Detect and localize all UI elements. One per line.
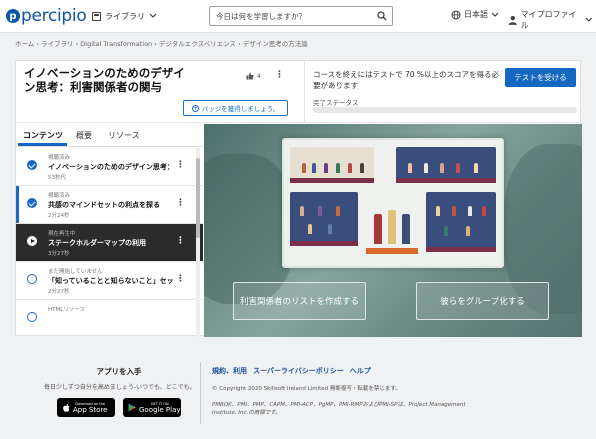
item-title: ステークホルダーマップの利用 xyxy=(48,239,146,247)
chevron-down-icon xyxy=(491,12,499,17)
app-store-small-text: Download on the xyxy=(75,401,106,406)
get-app-subtitle: 毎日少しずつ自分を高めましょう-いつでも、どこでも。 xyxy=(44,384,196,391)
completed-check-icon xyxy=(27,198,37,208)
title-area: イノベーションのためのデザイン思考：利害関係者の関与 4 ⋮ + バッジを獲得し… xyxy=(16,61,304,123)
item-duration: 2分24秒 xyxy=(48,213,70,219)
list-scrollbar[interactable] xyxy=(196,148,200,337)
content-tabs: コンテンツ 概要 リソース xyxy=(16,124,203,147)
scrollbar-thumb[interactable] xyxy=(196,158,200,238)
logo-text: percipio xyxy=(21,6,87,26)
terms-link[interactable]: 規約、利用 xyxy=(212,366,247,376)
take-test-button[interactable]: テストを受ける xyxy=(505,68,576,87)
item-duration: 2分27秒 xyxy=(48,289,70,295)
not-started-circle-icon xyxy=(27,274,37,284)
library-menu[interactable]: ライブラリ xyxy=(92,9,161,23)
google-play-badge[interactable]: GET IT ON Google Play xyxy=(123,398,181,417)
profile-menu[interactable]: マイプロファイル xyxy=(508,9,596,31)
chevron-down-icon xyxy=(585,17,593,22)
tab-resources[interactable]: リソース xyxy=(108,130,140,141)
profile-label: マイプロファイル xyxy=(520,10,577,30)
list-stakeholders-button[interactable]: 利害関係者のリストを作成する xyxy=(233,282,366,320)
google-play-text: Google Play xyxy=(139,405,181,414)
list-item[interactable]: まだ開始していません 「知っていることと知らないこと」セッションの実施 2分27… xyxy=(16,262,203,300)
list-item[interactable]: HTMLリソース xyxy=(16,300,203,337)
item-status: 現在再生中 xyxy=(48,231,76,237)
item-title: 「知っていることと知らないこと」セッションの実施 xyxy=(48,277,174,285)
not-started-circle-icon xyxy=(27,312,37,322)
globe-icon xyxy=(451,10,461,19)
item-title: イノベーションのためのデザイン思考：利害関係者の関与 xyxy=(48,163,174,171)
item-status: 視聴済み xyxy=(48,155,71,161)
get-app-title: アプリを入手 xyxy=(96,367,142,376)
privacy-link[interactable]: スーパーライバシーポリシー xyxy=(253,366,344,376)
tab-overview[interactable]: 概要 xyxy=(76,130,92,141)
app-store-badge[interactable]: Download on the App Store xyxy=(57,398,115,417)
help-link[interactable]: ヘルプ xyxy=(350,366,371,376)
earn-badge-label: バッジを獲得しましょう。 xyxy=(201,105,280,113)
like-button[interactable]: 4 xyxy=(246,72,261,80)
status-area: コースを終えにはテストで 70 %以上のスコアを得る必要があります テストを受け… xyxy=(304,61,582,123)
completion-progress-bar xyxy=(313,107,577,113)
item-menu-icon[interactable]: ⋮ xyxy=(176,198,185,208)
item-menu-icon[interactable]: ⋮ xyxy=(176,236,185,246)
thumbs-up-icon xyxy=(246,72,254,80)
footer-divider xyxy=(200,362,201,424)
list-item[interactable]: 視聴済み 共感のマインドセットの利点を探る 2分24秒 ⋮ xyxy=(16,186,203,224)
plus-icon: + xyxy=(191,104,199,112)
video-player[interactable]: 利害関係者のリストを作成する 彼らをグループ化する xyxy=(204,124,582,337)
stakeholder-map-illustration xyxy=(282,138,504,268)
illustration-group xyxy=(396,147,496,183)
earn-badge-button[interactable]: + バッジを獲得しましょう。 xyxy=(183,100,288,116)
language-label: 日本語 xyxy=(464,10,488,19)
library-icon xyxy=(92,11,101,21)
like-count: 4 xyxy=(257,72,261,80)
more-options-icon[interactable]: ⋮ xyxy=(275,70,284,80)
copyright-text: © Copyright 2020 Skillsoft Ireland Limit… xyxy=(212,386,401,392)
chevron-down-icon xyxy=(149,13,157,18)
content-list: 視聴済み イノベーションのためのデザイン思考：利害関係者の関与 53秒代 ⋮ 視… xyxy=(16,148,203,337)
item-status: HTMLリソース xyxy=(48,307,86,313)
item-duration: 3分27秒 xyxy=(48,251,70,257)
item-status: まだ開始していません xyxy=(48,269,103,275)
item-status: 視聴済み xyxy=(48,193,71,199)
footer-links: 規約、利用 スーパーライバシーポリシー ヘルプ xyxy=(212,366,371,376)
item-title: 共感のマインドセットの利点を探る xyxy=(48,201,160,209)
search-box xyxy=(209,6,393,26)
illustration-group xyxy=(426,192,496,252)
google-play-icon xyxy=(128,403,136,412)
course-card: イノベーションのためのデザイン思考：利害関係者の関与 4 ⋮ + バッジを獲得し… xyxy=(15,60,582,337)
active-tab-indicator xyxy=(18,143,67,146)
breadcrumb[interactable]: ホーム › ライブラリ › Digital Transformation › デ… xyxy=(15,38,308,48)
item-accent-bar xyxy=(16,186,19,223)
list-item-current[interactable]: 現在再生中 ステークホルダーマップの利用 3分27秒 ⋮ xyxy=(16,224,203,262)
list-item[interactable]: 視聴済み イノベーションのためのデザイン思考：利害関係者の関与 53秒代 ⋮ xyxy=(16,148,203,186)
item-menu-icon[interactable]: ⋮ xyxy=(176,160,185,170)
illustration-group xyxy=(290,192,358,246)
test-requirement-text: コースを終えにはテストで 70 %以上のスコアを得る必要があります xyxy=(313,70,500,90)
user-icon xyxy=(508,15,517,25)
app-store-text: App Store xyxy=(73,405,108,414)
tab-contents[interactable]: コンテンツ xyxy=(23,130,63,141)
illustration-group xyxy=(366,200,418,260)
completed-check-icon xyxy=(27,160,37,170)
item-duration: 53秒代 xyxy=(48,175,66,181)
course-title: イノベーションのためのデザイン思考：利害関係者の関与 xyxy=(24,66,185,94)
logo-mark-icon: p xyxy=(6,9,20,23)
apple-icon xyxy=(63,403,70,412)
search-input[interactable] xyxy=(216,10,371,23)
top-bar: p percipio ライブラリ 日本語 マイプロファイル xyxy=(0,0,596,33)
language-selector[interactable]: 日本語 xyxy=(451,9,502,20)
illustration-group xyxy=(290,147,374,183)
play-icon xyxy=(27,236,37,246)
item-menu-icon[interactable]: ⋮ xyxy=(176,274,185,284)
percipio-logo[interactable]: p percipio xyxy=(6,5,87,27)
trademark-text: PMBOK、PMI、PMP、CAPM、PMI-ACP、PgMP、PMI-RMPお… xyxy=(212,402,466,416)
get-app-section: アプリを入手 毎日少しずつ自分を高めましょう-いつでも、どこでも。 Downlo… xyxy=(44,366,196,417)
completion-status-label: 完了ステータス xyxy=(313,99,359,107)
library-label: ライブラリ xyxy=(105,11,145,21)
group-them-button[interactable]: 彼らをグループ化する xyxy=(416,282,549,320)
search-icon[interactable] xyxy=(377,11,387,21)
